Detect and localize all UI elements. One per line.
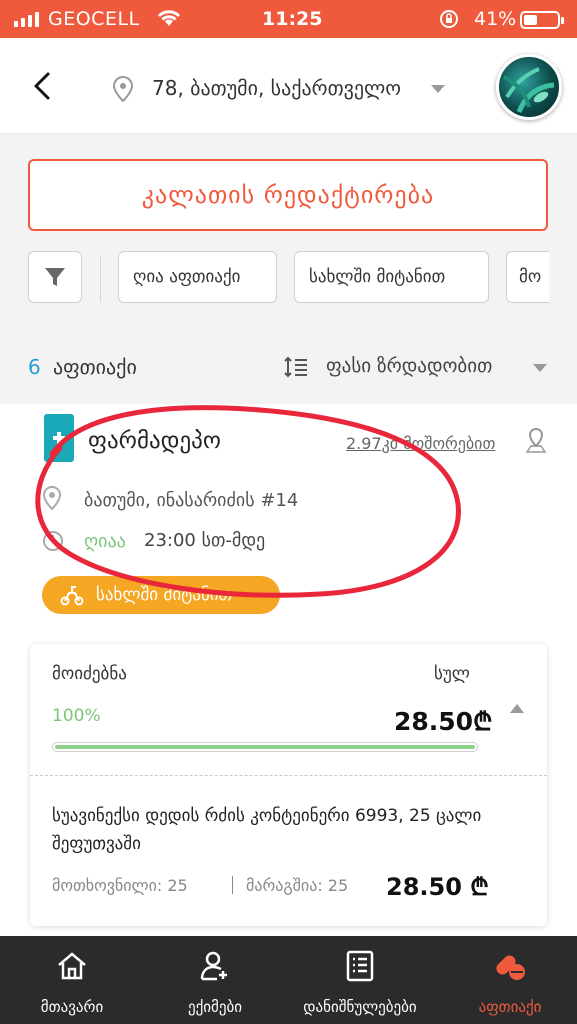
item-name: სუავინექსი დედის რძის კონტეინერი 6993, 2… [52,806,482,854]
status-bar: GEOCELL 11:25 41% [0,0,577,38]
avatar[interactable] [496,54,562,120]
nav-label: მთავარი [40,998,104,1016]
pharmacy-logo [44,414,74,462]
opening-hours: 23:00 სთ-მდე [144,530,266,551]
carrier-name: GEOCELL [48,8,140,30]
delivery-badge-label: სახლში მიტანით [96,585,233,605]
requested-quantity: მოთხოვნილი: 25 [52,876,188,895]
edit-cart-button[interactable]: კალათის რედაქტირება [28,159,548,231]
pharmacy-name[interactable]: ფარმადეპო [88,428,221,454]
stock-quantity: მარაგშია: 25 [246,876,349,895]
available-label: მოიძებნა [52,664,127,684]
nav-item-prescriptions[interactable]: დანიშნულებები [283,936,437,1024]
sort-selector[interactable]: ფასი ზრდადობით [326,355,492,377]
divider [232,876,233,894]
filter-chip-delivery[interactable]: სახლში მიტანით [294,251,489,303]
divider [30,775,547,776]
battery-icon [520,11,564,29]
clock-time: 11:25 [262,8,323,30]
item-price: 28.50 ₾ [386,873,489,901]
home-icon [56,950,88,982]
pharmacy-card[interactable]: ფარმადეპო 2.97კმ მოშორებით ბათუმი, ინასა… [0,404,577,936]
bottom-nav: მთავარი ექიმები დანიშნულებები აფთიაქი [0,936,577,1024]
back-button[interactable] [28,68,58,104]
pharmacy-distance-link[interactable]: 2.97კმ მოშორებით [346,434,495,453]
sort-icon[interactable] [283,356,309,382]
delivery-scooter-icon [60,586,84,606]
back-icon [34,72,50,100]
open-status: ღიაა [84,531,126,552]
nav-label: ექიმები [187,998,243,1016]
total-value: 28.50₾ [394,707,493,736]
filter-chip-more[interactable]: მო [506,251,549,303]
nav-label: დანიშნულებები [303,998,417,1016]
location-pin-icon [42,485,62,514]
wifi-icon [156,8,182,33]
pharmacy-address: ბათუმი, ინასარიძის #14 [84,490,299,511]
filter-button[interactable] [28,251,82,303]
filter-icon [45,268,65,286]
location-pin-icon [112,75,134,106]
availability-progress-bar [52,742,478,752]
nav-label: აფთიაქი [478,998,542,1016]
filter-chip-open[interactable]: ღია აფთიაქი [118,251,277,303]
rotation-lock-icon [438,8,460,35]
battery-percent: 41% [474,8,517,30]
prescription-icon [345,950,375,982]
results-count-label: აფთიაქი [53,355,137,379]
map-pin-icon[interactable] [525,427,547,458]
pharmacy-icon [493,950,527,982]
chevron-down-icon[interactable] [431,85,445,93]
top-header: 78, ბათუმი, საქართველო [0,38,577,134]
results-header: 6 აფთიაქი ფასი ზრდადობით [0,335,577,397]
total-label: სულ [434,664,470,684]
nav-item-doctors[interactable]: ექიმები [162,936,268,1024]
nav-item-pharmacy[interactable]: აფთიაქი [460,936,560,1024]
results-count: 6 [28,355,41,379]
signal-icon [14,12,39,27]
location-selector[interactable]: 78, ბათუმი, საქართველო [152,76,401,100]
order-summary: მოიძებნა სულ 100% 28.50₾ სუავინექსი დედი… [30,644,547,926]
available-percent: 100% [52,706,101,726]
collapse-arrow-icon[interactable] [510,704,524,713]
clock-icon [42,530,64,556]
chevron-down-icon[interactable] [533,364,547,372]
divider [100,256,101,302]
delivery-badge: სახლში მიტანით [42,576,280,614]
nav-item-home[interactable]: მთავარი [20,936,124,1024]
doctor-icon [199,950,231,982]
